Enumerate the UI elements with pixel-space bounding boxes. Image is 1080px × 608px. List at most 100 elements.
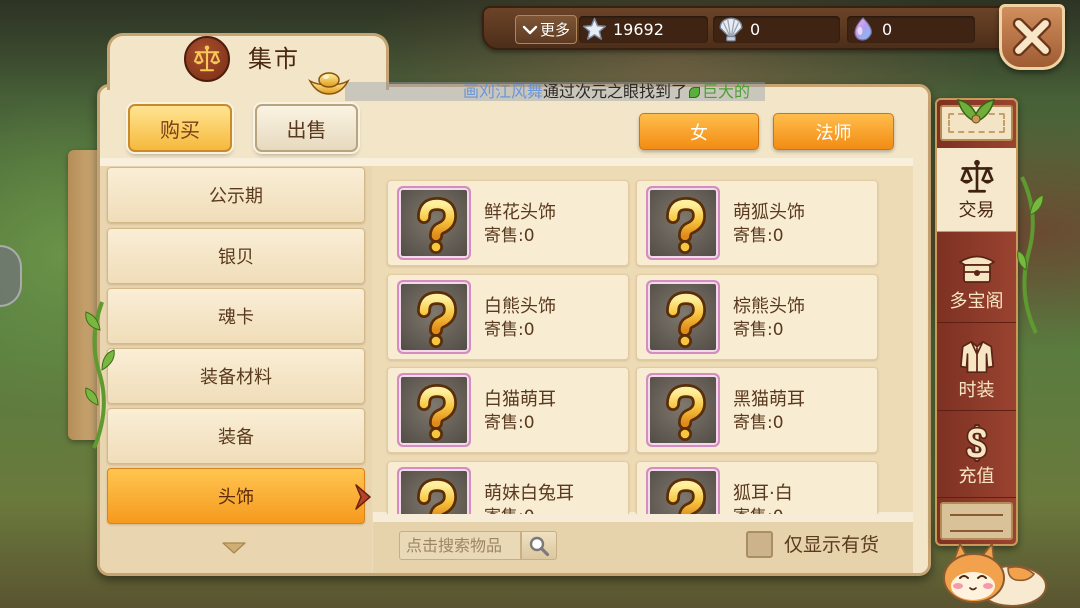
item-grid[interactable]: 鲜花头饰 寄售:0 萌狐头饰 寄售:0 白熊头饰 寄售:0 棕熊头饰 寄售:0 … <box>382 174 884 514</box>
tab-sell[interactable]: 出售 <box>255 104 358 152</box>
consign-value: 0 <box>524 507 535 514</box>
panel-divider <box>100 158 913 166</box>
category-item-soul-card[interactable]: 魂卡 <box>107 288 365 344</box>
shell-icon <box>717 16 745 42</box>
in-stock-checkbox[interactable] <box>746 531 773 558</box>
side-nav-label: 多宝阁 <box>949 291 1004 312</box>
hamster-mascot-icon[interactable] <box>938 538 1048 608</box>
chevron-down-icon[interactable] <box>221 541 247 555</box>
dollar-icon <box>965 424 987 462</box>
marquee-item-name[interactable]: 巨大的 <box>702 82 750 101</box>
item-name: 白熊头饰 <box>484 296 556 317</box>
consign-value: 0 <box>773 507 784 514</box>
side-nav-label: 时装 <box>958 380 995 401</box>
item-card[interactable]: 狐耳·白 寄售:0 <box>636 461 878 514</box>
side-nav-item-recharge[interactable]: 充值 <box>937 415 1016 498</box>
question-mark-icon <box>397 467 471 514</box>
search-input[interactable] <box>400 532 520 559</box>
jacket-icon <box>959 340 994 374</box>
category-item-headwear[interactable]: 头饰 <box>107 468 365 524</box>
consign-label: 寄售: <box>733 413 773 433</box>
consign-label: 寄售: <box>484 320 524 340</box>
question-mark-icon <box>646 373 720 447</box>
more-label: 更多 <box>539 21 570 39</box>
close-icon <box>1012 17 1052 57</box>
item-name: 棕熊头饰 <box>733 296 805 317</box>
side-nav-item-trade[interactable]: 交易 <box>937 148 1016 232</box>
panel-right-edge <box>913 158 928 573</box>
search-button[interactable] <box>521 531 557 560</box>
item-card[interactable]: 黑猫萌耳 寄售:0 <box>636 367 878 453</box>
question-mark-icon <box>646 186 720 260</box>
class-filter-button[interactable]: 法师 <box>773 113 894 150</box>
more-dropdown-button[interactable]: 更多 <box>515 15 577 44</box>
item-consign-count: 寄售:0 <box>733 412 784 434</box>
star-icon <box>581 16 607 42</box>
treasure-pavilion-icon <box>958 255 995 283</box>
question-mark-icon <box>397 186 471 260</box>
consign-value: 0 <box>523 226 535 246</box>
scale-icon <box>957 158 997 196</box>
shell-currency-value: 0 <box>750 20 761 39</box>
side-nav-foot-decoration <box>940 502 1013 540</box>
category-item-equipment[interactable]: 装备 <box>107 408 365 464</box>
item-name: 白猫萌耳 <box>484 389 556 410</box>
item-card[interactable]: 白猫萌耳 寄售:0 <box>387 367 629 453</box>
gem-currency-value: 0 <box>882 20 893 39</box>
chevron-down-icon <box>522 25 538 34</box>
search-icon <box>529 536 550 556</box>
item-card[interactable]: 萌狐头饰 寄售:0 <box>636 180 878 266</box>
consign-label: 寄售: <box>484 413 524 433</box>
item-consign-count: 寄售:0 <box>484 506 535 514</box>
item-consign-count: 寄售:0 <box>484 319 535 341</box>
item-consign-count: 寄售:0 <box>733 506 784 514</box>
consign-value: 0 <box>523 320 535 340</box>
page-title: 集市 <box>248 45 300 73</box>
joystick-edge[interactable] <box>0 245 22 307</box>
item-name: 狐耳·白 <box>733 483 793 504</box>
consign-label: 寄售: <box>484 507 524 514</box>
search-field[interactable] <box>399 531 521 560</box>
item-card[interactable]: 棕熊头饰 寄售:0 <box>636 274 878 360</box>
item-consign-count: 寄售:0 <box>484 225 535 247</box>
item-card[interactable]: 白熊头饰 寄售:0 <box>387 274 629 360</box>
item-name: 萌狐头饰 <box>733 202 805 223</box>
gender-filter-button[interactable]: 女 <box>639 113 759 150</box>
consign-value: 0 <box>523 413 535 433</box>
consign-value: 0 <box>772 320 784 340</box>
in-stock-label[interactable]: 仅显示有货 <box>784 533 879 557</box>
consign-label: 寄售: <box>484 226 524 246</box>
side-nav-label: 充值 <box>958 466 995 487</box>
scale-emblem-icon <box>184 36 230 82</box>
item-name: 黑猫萌耳 <box>733 389 805 410</box>
side-nav-item-treasure[interactable]: 多宝阁 <box>937 240 1016 323</box>
marquee-player-name[interactable]: 画刈江风舞 <box>463 82 543 101</box>
selected-arrow-icon <box>355 484 371 510</box>
category-item-silver-shell[interactable]: 银贝 <box>107 228 365 284</box>
category-item-announcement[interactable]: 公示期 <box>107 167 365 223</box>
question-mark-icon <box>397 373 471 447</box>
marquee-message: 通过次元之眼找到了 <box>543 82 688 101</box>
leaf-hook-decoration <box>956 99 996 124</box>
item-card[interactable]: 萌妹白兔耳 寄售:0 <box>387 461 629 514</box>
item-consign-count: 寄售:0 <box>733 225 784 247</box>
item-consign-count: 寄售:0 <box>484 412 535 434</box>
item-card[interactable]: 鲜花头饰 寄售:0 <box>387 180 629 266</box>
category-item-equipment-material[interactable]: 装备材料 <box>107 348 365 404</box>
gold-ingot-icon <box>308 72 350 95</box>
side-nav-label: 交易 <box>958 199 995 221</box>
consign-label: 寄售: <box>733 320 773 340</box>
consign-label: 寄售: <box>733 507 773 514</box>
tab-buy[interactable]: 购买 <box>128 104 232 152</box>
vine-decoration <box>1017 176 1044 334</box>
star-currency-value: 19692 <box>613 20 664 39</box>
question-mark-icon <box>397 280 471 354</box>
consign-value: 0 <box>772 413 784 433</box>
question-mark-icon <box>646 280 720 354</box>
question-mark-icon <box>646 467 720 514</box>
gem-icon <box>850 16 876 42</box>
item-name: 鲜花头饰 <box>484 202 556 223</box>
close-button[interactable] <box>999 4 1065 70</box>
side-nav-item-fashion[interactable]: 时装 <box>937 330 1016 411</box>
item-consign-count: 寄售:0 <box>733 319 784 341</box>
